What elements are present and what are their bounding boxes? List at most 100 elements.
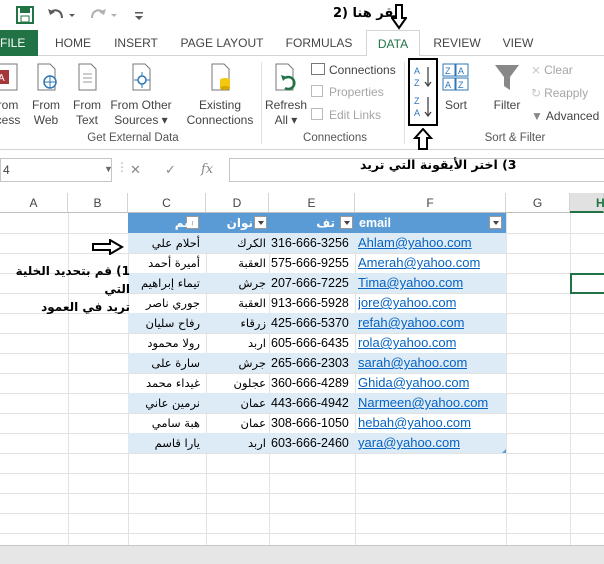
insert-function-icon[interactable]: fx [201,158,213,182]
cell-email[interactable]: Amerah@yahoo.com [358,253,480,273]
filter-dropdown-icon[interactable] [254,216,267,229]
redo-dropdown-icon[interactable] [110,6,118,24]
horizontal-scrollbar[interactable] [0,545,604,564]
cell-city[interactable]: الكرك [206,233,266,253]
table-row[interactable]: هبة سامي عمان 308-666-1050 hebah@yahoo.c… [128,413,506,433]
table-header-email[interactable]: email [355,213,506,233]
redo-icon[interactable] [88,6,108,24]
cell-email[interactable]: Ghida@yahoo.com [358,373,469,393]
cell-phone[interactable]: 913-666-5928 [271,293,349,313]
cell-phone[interactable]: 207-666-7225 [271,273,349,293]
enter-icon[interactable]: ✓ [165,158,176,182]
edit-links-button[interactable]: Edit Links [311,107,381,123]
from-access-button[interactable]: A rom cess [0,62,24,128]
cell-name[interactable]: جوري ناصر [126,293,200,313]
cell-city[interactable]: اربد [206,333,266,353]
column-header-e[interactable]: E [269,193,355,213]
customize-qat-icon[interactable] [134,6,144,24]
sort-z-to-a-icon[interactable]: Z A [413,94,435,120]
table-row[interactable]: جوري ناصر العقبة 913-666-5928 jore@yahoo… [128,293,506,313]
table-row[interactable]: رفاح سليان زرقاء 425-666-5370 refah@yaho… [128,313,506,333]
reapply-button[interactable]: ↻ Reapply [531,85,588,101]
column-header-c[interactable]: C [128,193,206,213]
active-cell-h[interactable] [570,273,604,294]
advanced-filter-button[interactable]: ▼ Advanced [531,108,599,124]
table-row[interactable]: نرمين عاني عمان 443-666-4942 Narmeen@yah… [128,393,506,413]
cell-email[interactable]: yara@yahoo.com [358,433,460,453]
cell-city[interactable]: عجلون [206,373,266,393]
cell-phone[interactable]: 575-666-9255 [271,253,349,273]
connections-button[interactable]: Connections [311,62,396,78]
cell-email[interactable]: sarah@yahoo.com [358,353,467,373]
table-row[interactable]: غيداء محمد عجلون 360-666-4289 Ghida@yaho… [128,373,506,393]
table-row[interactable]: أحلام علي الكرك 316-666-3256 Ahlam@yahoo… [128,233,506,253]
cell-name[interactable]: نرمين عاني [126,393,200,413]
cell-city[interactable]: عمان [206,393,266,413]
cell-phone[interactable]: 360-666-4289 [271,373,349,393]
cell-email[interactable]: Tima@yahoo.com [358,273,463,293]
cell-name[interactable]: رولا محمود [126,333,200,353]
refresh-all-button[interactable]: Refresh All ▾ [264,62,308,128]
cell-city[interactable]: جرش [206,353,267,373]
table-row[interactable]: أميرة أحمد العقبة 575-666-9255 Amerah@ya… [128,253,506,273]
cell-phone[interactable]: 265-666-2303 [271,353,349,373]
filter-dropdown-icon[interactable] [340,216,353,229]
name-box[interactable]: 4 [0,158,112,182]
column-header-b[interactable]: B [68,193,128,213]
column-header-h[interactable]: H [570,193,604,213]
cell-name[interactable]: أحلام علي [126,233,200,253]
cell-email[interactable]: rola@yahoo.com [358,333,456,353]
cell-city[interactable]: عمان [206,413,266,433]
save-icon[interactable] [16,6,34,24]
table-row[interactable]: يارا قاسم اربد 603-666-2460 yara@yahoo.c… [128,433,506,453]
worksheet-grid[interactable]: A B C D E F G H ↓ سم نوان تف email أحلام… [0,193,604,545]
cell-email[interactable]: jore@yahoo.com [358,293,456,313]
cell-name[interactable]: يارا قاسم [126,433,200,453]
cell-city[interactable]: جرش [206,273,267,293]
cell-name[interactable]: هبة سامي [126,413,200,433]
table-header-phone[interactable]: تف [269,213,355,233]
tab-formulas[interactable]: FORMULAS [278,30,360,56]
cell-email[interactable]: refah@yahoo.com [358,313,464,333]
cancel-icon[interactable]: ✕ [130,158,141,182]
cell-email[interactable]: Ahlam@yahoo.com [358,233,472,253]
cell-name[interactable]: تيماء إبراهيم [126,273,200,293]
filter-dropdown-icon[interactable] [489,216,502,229]
cell-name[interactable]: غيداء محمد [126,373,200,393]
table-header-name[interactable]: ↓ سم [128,213,206,233]
table-resize-handle-icon[interactable] [502,449,506,453]
table-row[interactable]: رولا محمود اربد 605-666-6435 rola@yahoo.… [128,333,506,353]
tab-review[interactable]: REVIEW [428,30,486,56]
cell-phone[interactable]: 316-666-3256 [271,233,349,253]
cell-phone[interactable]: 308-666-1050 [271,413,349,433]
sort-button[interactable]: Z A A Z Sort [440,62,472,113]
existing-connections-button[interactable]: Existing Connections [184,62,256,128]
table-row[interactable]: تيماء إبراهيم جرش 207-666-7225 Tima@yaho… [128,273,506,293]
column-header-f[interactable]: F [355,193,506,213]
cell-name[interactable]: رفاح سليان [126,313,201,333]
clear-filter-button[interactable]: ⨯ Clear [531,62,573,78]
cell-phone[interactable]: 425-666-5370 [271,313,349,333]
tab-insert[interactable]: INSERT [106,30,166,56]
table-header-city[interactable]: نوان [206,213,269,233]
name-box-dropdown-icon[interactable]: ▼ [104,164,113,174]
tab-home[interactable]: HOME [44,30,102,56]
cell-city[interactable]: اربد [206,433,266,453]
properties-button[interactable]: Properties [311,84,384,100]
from-other-sources-button[interactable]: From Other Sources ▾ [108,62,174,128]
undo-dropdown-icon[interactable] [68,6,76,24]
column-header-d[interactable]: D [206,193,269,213]
tab-view[interactable]: VIEW [494,30,542,56]
cell-city[interactable]: العقبة [206,293,266,313]
from-text-button[interactable]: From Text [70,62,104,128]
sort-a-to-z-icon[interactable]: A Z [413,64,435,90]
cell-email[interactable]: Narmeen@yahoo.com [358,393,488,413]
cell-city[interactable]: العقبة [206,253,266,273]
tab-data[interactable]: DATA [366,30,420,57]
from-web-button[interactable]: From Web [29,62,63,128]
filter-button[interactable]: Filter [490,62,524,113]
tab-page-layout[interactable]: PAGE LAYOUT [174,30,270,56]
cell-name[interactable]: أميرة أحمد [126,253,200,273]
cell-phone[interactable]: 443-666-4942 [271,393,349,413]
undo-icon[interactable] [46,6,66,24]
